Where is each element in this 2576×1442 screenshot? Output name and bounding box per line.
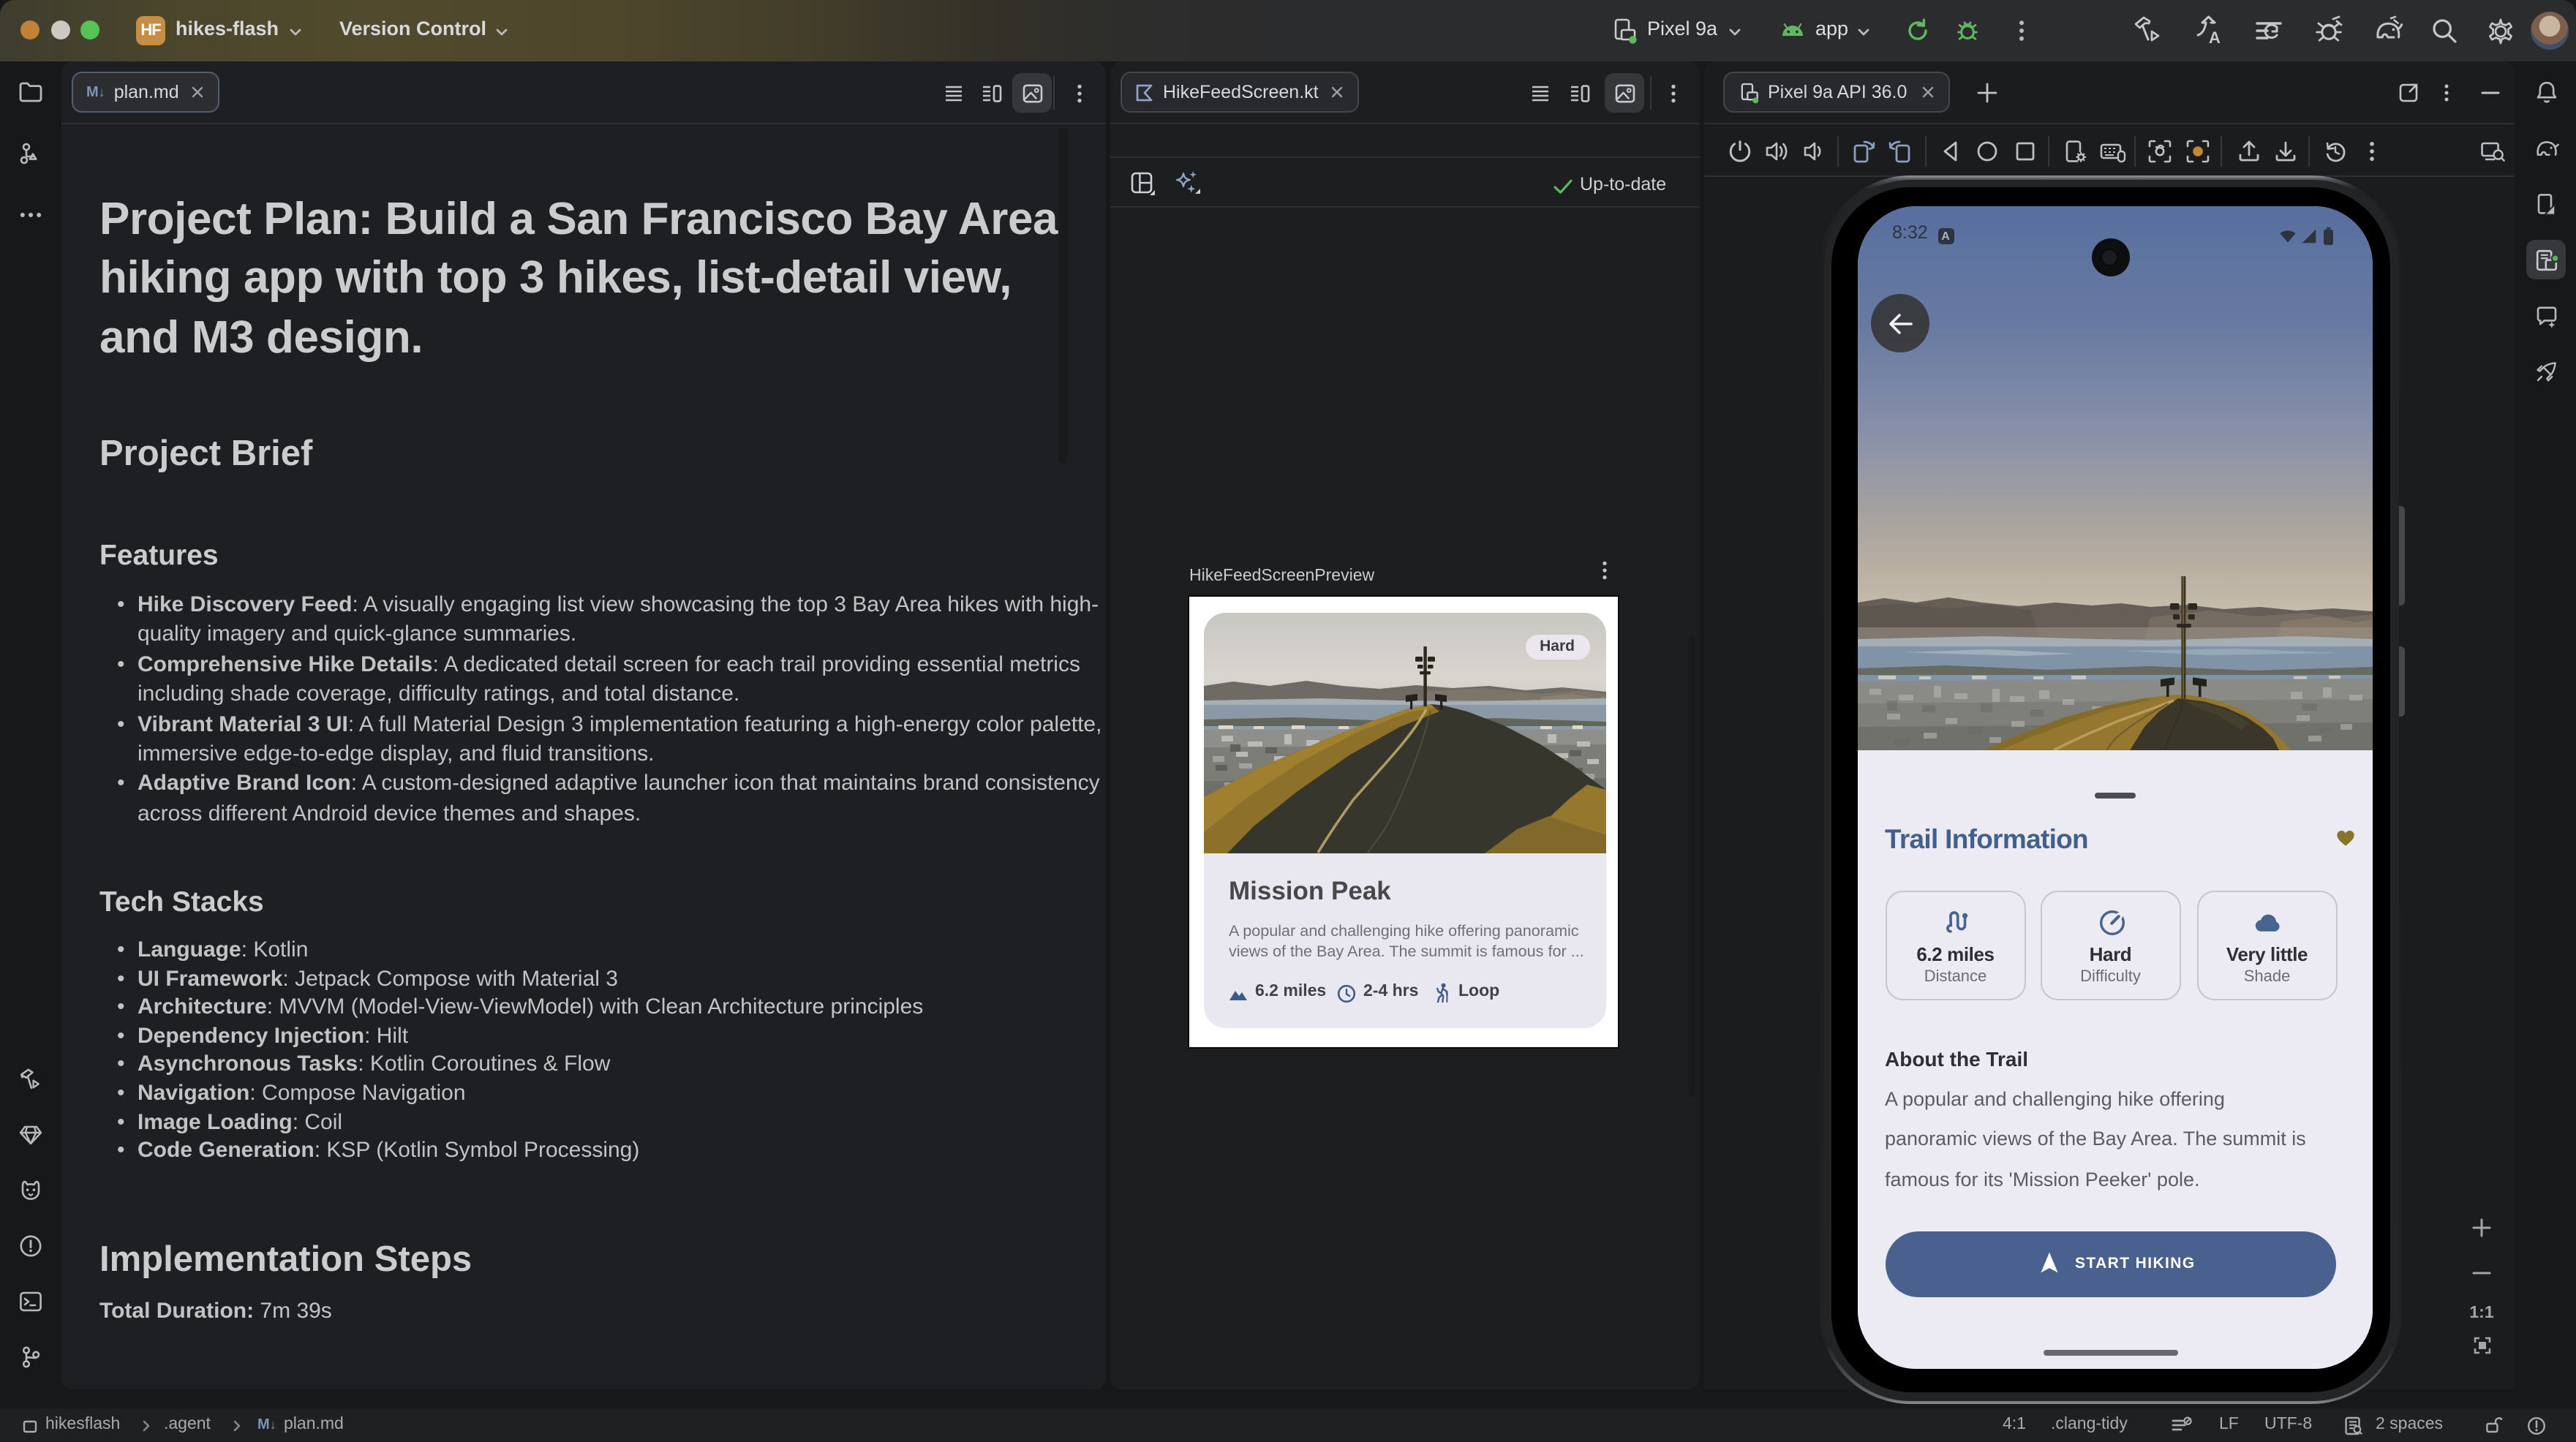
svg-text:A: A [2209, 29, 2221, 47]
